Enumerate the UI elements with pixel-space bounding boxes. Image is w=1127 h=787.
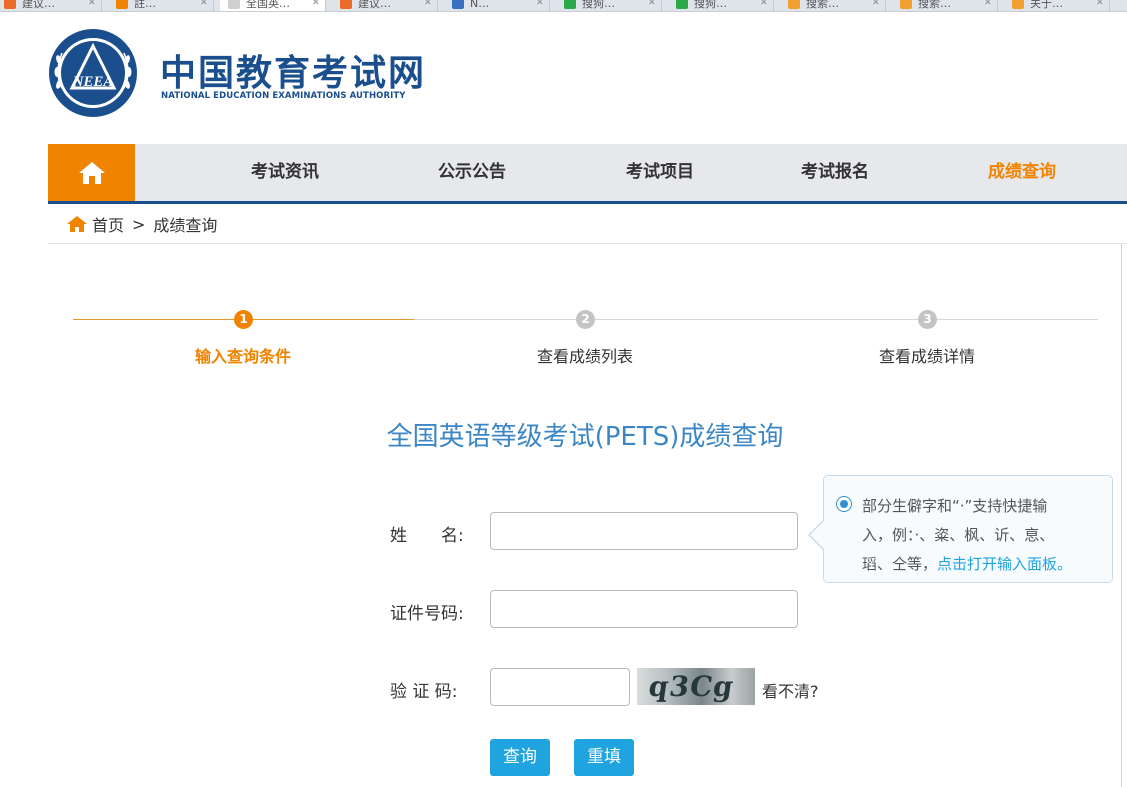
step-3-label: 查看成绩详情: [878, 347, 976, 366]
favicon-icon: [4, 0, 16, 9]
favicon-icon: [116, 0, 128, 9]
page-title: 全国英语等级考试(PETS)成绩查询: [386, 422, 784, 452]
step-1-label: 输入查询条件: [194, 347, 292, 366]
tip-text-line1: 部分生僻字和“·”支持快捷输: [862, 497, 1048, 515]
browser-tab[interactable]: 建议… ✕: [332, 0, 438, 11]
svg-text:NEEA: NEEA: [72, 74, 114, 90]
favicon-icon: [788, 0, 800, 9]
step-2-badge: 2: [576, 310, 595, 329]
step-pending-line: [414, 319, 1098, 320]
captcha-image[interactable]: q3Cg: [637, 668, 755, 705]
captcha-label: 验 证 码:: [390, 682, 458, 702]
browser-tab-title: 建议…: [358, 0, 391, 10]
nav-item-announcements[interactable]: 公示公告: [438, 144, 506, 201]
browser-tab-title: 搜索…: [806, 0, 839, 10]
refresh-captcha-link[interactable]: 看不清?: [762, 678, 819, 702]
close-tab-icon[interactable]: ✕: [200, 0, 208, 8]
close-tab-icon[interactable]: ✕: [536, 0, 544, 8]
favicon-icon: [1012, 0, 1024, 9]
captcha-text: q3Cg: [646, 670, 737, 703]
browser-tab-title: 全国英…: [246, 0, 290, 10]
name-input[interactable]: [490, 512, 798, 550]
favicon-icon: [564, 0, 576, 9]
name-label: 姓 名:: [390, 526, 464, 546]
tip-text-line2: 入，例：·、粢、枫、䜣、恴、: [862, 526, 1055, 544]
browser-tab[interactable]: 搜索… ✕: [892, 0, 998, 11]
browser-tab[interactable]: 搜狗… ✕: [668, 0, 774, 11]
browser-tab-title: N…: [470, 0, 490, 10]
breadcrumb: 首页 > 成绩查询: [66, 212, 217, 236]
home-icon: [67, 216, 87, 232]
close-tab-icon[interactable]: ✕: [984, 0, 992, 8]
nav-item-exam-projects[interactable]: 考试项目: [626, 144, 694, 201]
close-tab-icon[interactable]: ✕: [88, 0, 96, 8]
close-tab-icon[interactable]: ✕: [312, 0, 320, 8]
browser-tab-title: 关于…: [1030, 0, 1063, 10]
id-number-label: 证件号码:: [390, 604, 464, 624]
browser-tab-title: 搜索…: [918, 0, 951, 10]
query-button[interactable]: 查询: [490, 739, 550, 776]
browser-tab[interactable]: N… ✕: [444, 0, 550, 11]
browser-tab[interactable]: 註… ✕: [108, 0, 214, 11]
open-input-panel-link[interactable]: 点击打开输入面板。: [937, 555, 1072, 573]
home-icon: [78, 161, 105, 184]
nav-item-exam-news[interactable]: 考试资讯: [251, 144, 319, 201]
favicon-icon: [900, 0, 912, 9]
site-subtitle: NATIONAL EDUCATION EXAMINATIONS AUTHORIT…: [161, 91, 406, 101]
favicon-icon: [452, 0, 464, 9]
step-1-badge: 1: [234, 310, 253, 329]
browser-tab[interactable]: 搜狗… ✕: [556, 0, 662, 11]
close-tab-icon[interactable]: ✕: [872, 0, 880, 8]
divider: [1121, 244, 1122, 787]
browser-tab-strip: 建议… ✕ 註… ✕ 全国英… ✕ 建议… ✕ N… ✕ 搜狗… ✕ 搜狗… ✕ 搜索… ✕ 搜索… ✕ 关于… ✕: [0, 0, 1127, 12]
favicon-icon: [340, 0, 352, 9]
browser-tab[interactable]: 建议… ✕: [0, 0, 102, 11]
tip-text-line3-prefix: 瑫、仝等，: [862, 555, 938, 573]
nav-item-registration[interactable]: 考试报名: [801, 144, 869, 201]
neea-emblem-icon: NEEA: [49, 29, 137, 117]
step-2-label: 查看成绩列表: [536, 347, 634, 366]
nav-item-score-query[interactable]: 成绩查询: [988, 144, 1056, 201]
tip-text-line3: 瑫、仝等，点击打开输入面板。: [862, 553, 1072, 574]
favicon-icon: [228, 0, 240, 9]
captcha-input[interactable]: [490, 668, 630, 706]
close-tab-icon[interactable]: ✕: [648, 0, 656, 8]
breadcrumb-home-link[interactable]: 首页: [92, 212, 124, 236]
reset-button[interactable]: 重填: [574, 739, 634, 776]
main-nav: 考试资讯 公示公告 考试项目 考试报名 成绩查询: [48, 144, 1127, 204]
tooltip-arrow: [810, 521, 824, 549]
browser-tab[interactable]: 全国英… ✕: [220, 0, 326, 11]
close-tab-icon[interactable]: ✕: [424, 0, 432, 8]
browser-tab[interactable]: 搜索… ✕: [780, 0, 886, 11]
browser-tab-title: 搜狗…: [694, 0, 727, 10]
tip-radio-icon: [836, 496, 852, 512]
browser-tab-title: 註…: [134, 0, 156, 10]
step-3-badge: 3: [918, 310, 937, 329]
id-number-input[interactable]: [490, 590, 798, 628]
breadcrumb-current: 成绩查询: [153, 216, 218, 235]
nav-home-button[interactable]: [48, 144, 135, 201]
breadcrumb-separator: >: [132, 214, 146, 234]
site-title: 中国教育考试网: [160, 53, 427, 94]
close-tab-icon[interactable]: ✕: [1096, 0, 1104, 8]
favicon-icon: [676, 0, 688, 9]
browser-tab[interactable]: 关于… ✕: [1004, 0, 1110, 11]
browser-tab-title: 建议…: [22, 0, 55, 10]
divider: [48, 243, 1127, 244]
browser-tab-title: 搜狗…: [582, 0, 615, 10]
close-tab-icon[interactable]: ✕: [760, 0, 768, 8]
